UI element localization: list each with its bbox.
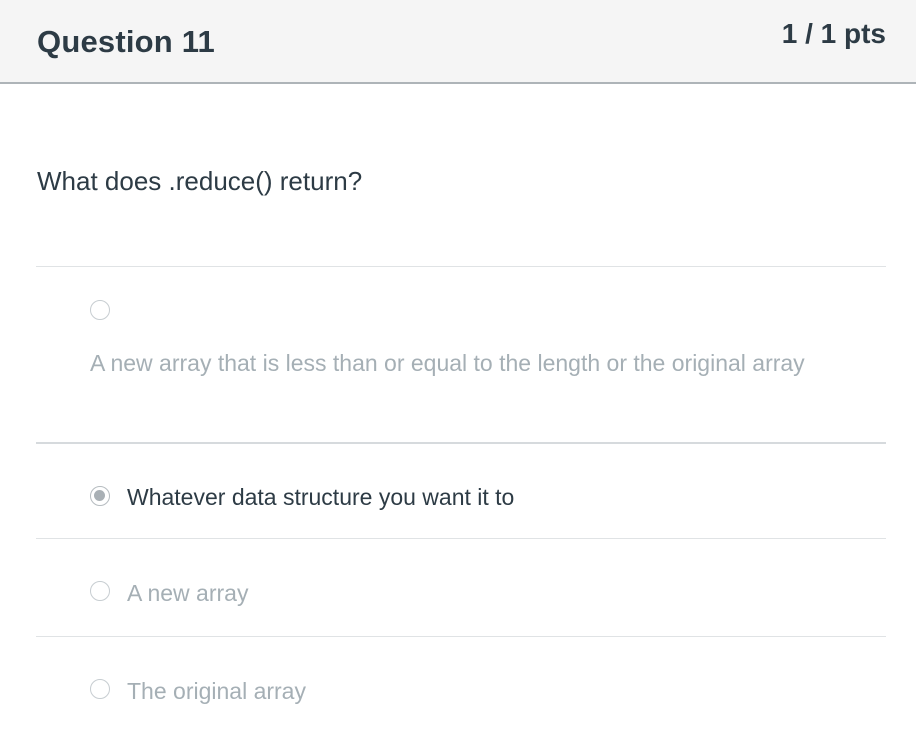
answer-divider (36, 538, 886, 539)
answer-radio-2[interactable] (90, 486, 110, 506)
answer-divider (36, 636, 886, 637)
question-title: Question 11 (37, 24, 215, 59)
answer-label-3: A new array (127, 580, 249, 606)
answer-radio-3[interactable] (90, 581, 110, 601)
answer-divider (36, 442, 886, 444)
question-header: Question 11 1 / 1 pts (0, 0, 916, 84)
question-text: What does .reduce() return? (37, 166, 363, 196)
answer-radio-1[interactable] (90, 300, 110, 320)
answer-label-1: A new array that is less than or equal t… (90, 350, 805, 376)
answer-radio-4[interactable] (90, 679, 110, 699)
answer-label-4: The original array (127, 678, 306, 704)
answer-label-2: Whatever data structure you want it to (127, 484, 515, 510)
question-points: 1 / 1 pts (781, 18, 886, 49)
answer-divider (36, 266, 886, 267)
